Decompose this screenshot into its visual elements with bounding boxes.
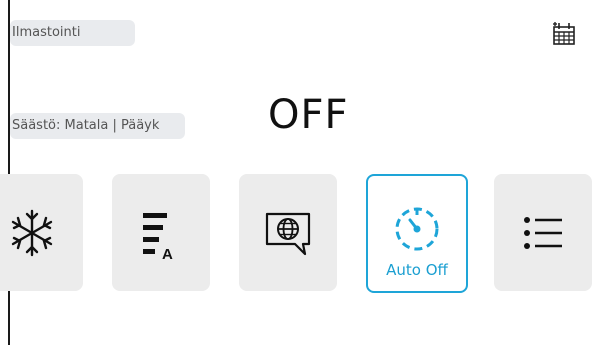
language-globe-icon — [265, 212, 311, 255]
auto-off-button[interactable]: Auto Off — [366, 174, 468, 293]
more-options-button[interactable] — [494, 174, 592, 291]
auto-off-label: Auto Off — [386, 260, 448, 279]
language-button[interactable] — [239, 174, 337, 291]
fan-speed-auto-icon: A — [143, 212, 173, 261]
calendar-grid-icon[interactable] — [551, 20, 577, 46]
power-status: OFF — [268, 92, 349, 138]
snowflake-icon — [11, 209, 53, 256]
mode-label[interactable]: Ilmastointi — [10, 20, 135, 46]
svg-text:A: A — [162, 246, 173, 261]
timer-icon — [395, 207, 439, 250]
fan-speed-button[interactable]: A — [112, 174, 210, 291]
cool-mode-button[interactable] — [0, 174, 83, 291]
energy-saving-label: Säästö: Matala | Pääyk — [10, 113, 185, 139]
menu-list-icon — [524, 216, 562, 249]
screen-edge — [8, 0, 10, 345]
